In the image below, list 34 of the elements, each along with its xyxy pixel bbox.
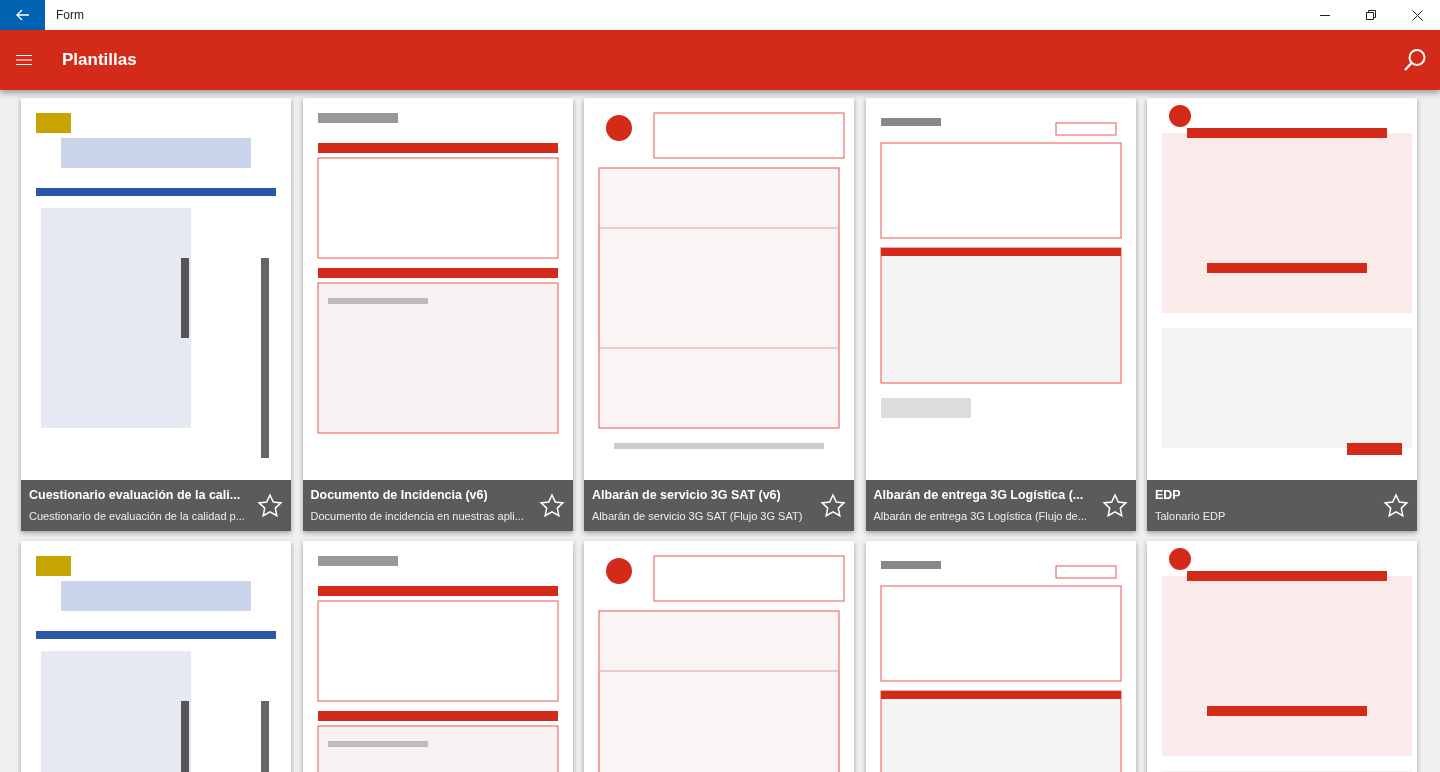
star-icon [1101,492,1128,519]
template-title: EDP [1155,487,1182,504]
star-icon [257,492,283,519]
template-description: Documento de incidencia en nuestras apli... [310,509,525,524]
favorite-button[interactable] [820,492,846,519]
favorite-button[interactable] [538,492,565,519]
back-arrow-icon [15,9,30,21]
template-title: Albarán de entrega 3G Logística (... [873,487,1085,504]
menu-icon [16,54,32,66]
template-description: Albarán de entrega 3G Logística (Flujo de... [873,509,1088,524]
template-description: Talonario EDP [1155,509,1227,524]
restore-icon [1366,10,1376,20]
template-description: Cuestionario de evaluación de la calidad p... [29,509,246,524]
page-title: Plantillas [62,49,137,72]
search-icon [1403,48,1427,72]
star-icon [538,492,565,519]
template-title: Documento de Incidencia (v6) [310,487,489,504]
back-button[interactable] [0,0,45,30]
minimize-icon [1320,14,1330,16]
template-card[interactable]: Albarán de servicio 3G SAT (v6) Albarán de servicio 3G SAT (Flujo 3G SAT) [584,98,854,531]
template-card[interactable]: EDP Talonario EDP [1147,98,1417,531]
favorite-button[interactable] [1383,492,1409,519]
template-card[interactable]: Albarán de entrega 3G Logística (... Albarán de entrega 3G Logística (Flujo de... [865,98,1136,531]
close-icon [1411,9,1423,21]
template-card[interactable]: Cuestionario evaluación de la cali... Cuestionario de evaluación de la calidad p... [21,98,291,531]
template-card[interactable]: Documento de Incidencia (v6) Documento de incidencia en nuestras apli... [302,98,573,531]
star-icon [820,492,846,519]
star-icon [1383,492,1409,519]
window-title: Form [55,7,84,24]
favorite-button[interactable] [257,492,283,519]
template-title: Cuestionario evaluación de la cali... [29,487,242,504]
template-title: Albarán de servicio 3G SAT (v6) [592,487,782,504]
template-description: Albarán de servicio 3G SAT (Flujo 3G SAT) [592,509,804,524]
favorite-button[interactable] [1101,492,1128,519]
